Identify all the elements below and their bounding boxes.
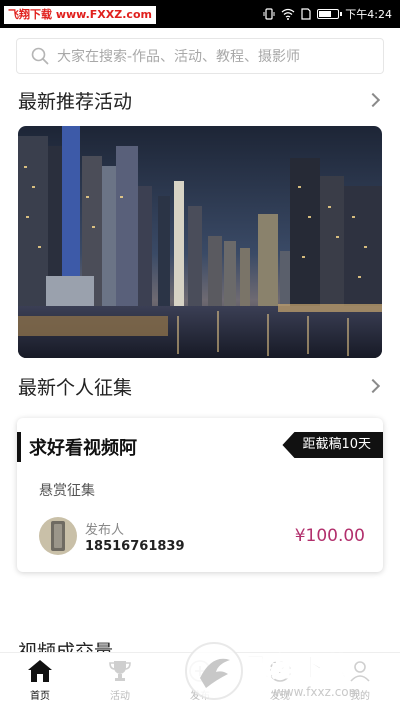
nav-label: 首页 [30, 691, 50, 702]
section-header-activities[interactable]: 最新推荐活动 [18, 86, 384, 114]
nav-item-home[interactable]: 首页 [0, 653, 80, 712]
sim-icon [301, 8, 311, 20]
nav-label: 活动 [110, 691, 130, 702]
wifi-icon [281, 8, 295, 20]
city-skyline-image [18, 126, 382, 358]
card-subtitle: 悬赏征集 [39, 483, 95, 499]
watermark-logo-top: 飞翔下载 www.FXXZ.com [4, 6, 156, 24]
chevron-right-icon [365, 378, 381, 394]
search-icon [31, 47, 49, 65]
watermark-logo-image: 飞翔下载 www.fxxz.com [185, 642, 360, 700]
reward-price: ¥100.00 [294, 526, 365, 546]
section-title: 最新推荐活动 [18, 90, 133, 113]
vibrate-icon [263, 8, 275, 20]
status-bar: 飞翔下载 www.FXXZ.com 下午4:24 [0, 0, 400, 28]
battery-icon [317, 9, 343, 19]
status-time: 下午4:24 [345, 8, 392, 21]
trophy-icon [109, 661, 131, 681]
watermark-brand: 飞翔下载 [246, 653, 350, 683]
publisher-phone: 18516761839 [85, 539, 185, 554]
watermark-url: www.fxxz.com [274, 685, 360, 699]
watermark-logo-bottom: 飞翔下载 www.fxxz.com [182, 636, 394, 706]
publisher-label: 发布人 [85, 523, 125, 538]
deadline-badge: 距截稿10天 [282, 432, 383, 458]
search-input[interactable]: 大家在搜索-作品、活动、教程、摄影师 [16, 38, 384, 74]
card-accent-bar [17, 432, 21, 462]
search-placeholder: 大家在搜索-作品、活动、教程、摄影师 [57, 49, 301, 65]
status-icons: 下午4:24 [263, 6, 392, 22]
collection-card[interactable]: 求好看视频阿 距截稿10天 悬赏征集 发布人 18516761839 ¥100.… [17, 418, 383, 572]
activity-banner[interactable] [18, 126, 382, 358]
section-header-collections[interactable]: 最新个人征集 [18, 372, 384, 400]
avatar-image [39, 517, 77, 555]
home-icon [28, 660, 52, 682]
avatar[interactable] [39, 517, 77, 555]
chevron-right-icon [365, 92, 381, 108]
nav-item-activities[interactable]: 活动 [80, 653, 160, 712]
section-title: 最新个人征集 [18, 376, 133, 399]
card-title: 求好看视频阿 [29, 438, 137, 459]
